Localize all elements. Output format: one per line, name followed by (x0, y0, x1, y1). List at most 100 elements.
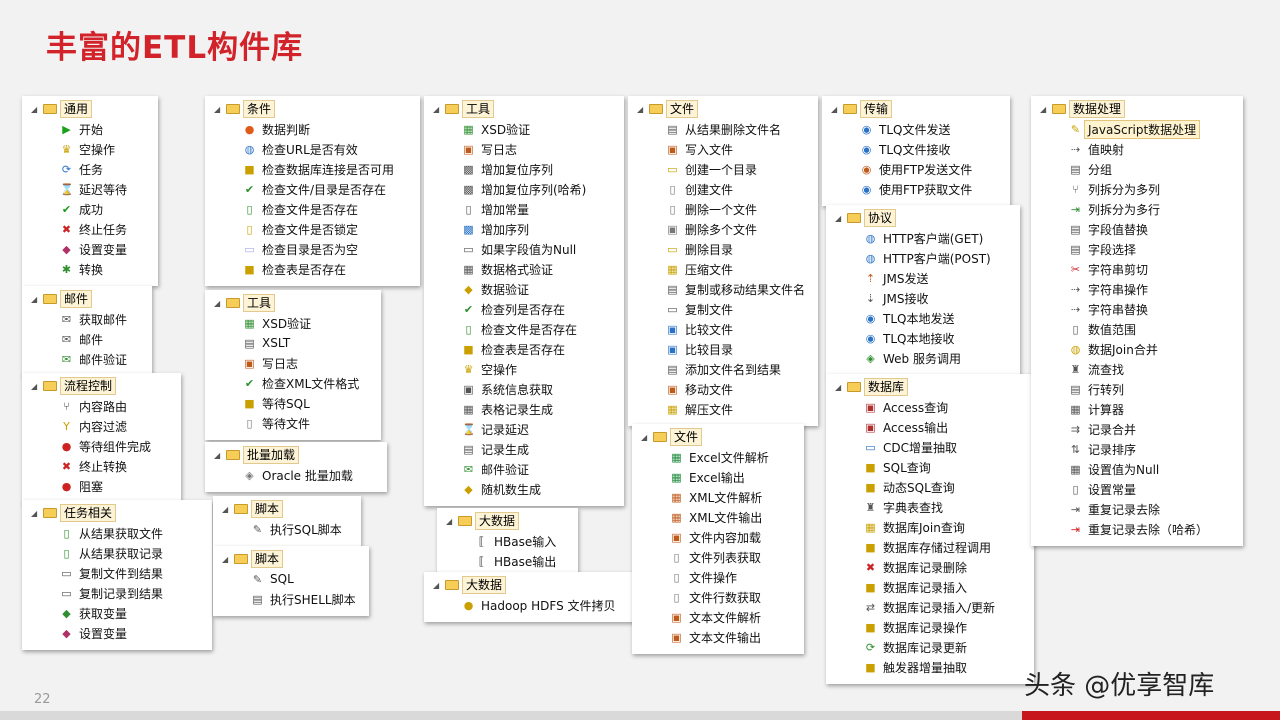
tree-item[interactable]: ▯ 数值范围 (1031, 319, 1243, 339)
tree-category-header[interactable]: ◢ 协议 (826, 208, 1020, 228)
tree-item[interactable]: ■ 数据库记录插入 (826, 577, 1034, 597)
tree-item[interactable]: ▭ 复制记录到结果 (22, 583, 212, 603)
tree-item[interactable]: ▤ XSLT (205, 333, 381, 353)
tree-item[interactable]: ▦ 表格记录生成 (424, 399, 624, 419)
tree-item[interactable]: ▭ 检查目录是否为空 (205, 239, 420, 259)
tree-item[interactable]: ▦ 压缩文件 (628, 259, 818, 279)
tree-item[interactable]: ⟦ HBase输出 (437, 551, 578, 571)
tree-item[interactable]: ▭ 删除目录 (628, 239, 818, 259)
tree-item[interactable]: ◉ TLQ本地接收 (826, 328, 1020, 348)
tree-item[interactable]: ▦ 解压文件 (628, 399, 818, 419)
tree-item[interactable]: ◈ Oracle 批量加载 (205, 465, 387, 485)
tree-item[interactable]: ▦ 计算器 (1031, 399, 1243, 419)
tree-item[interactable]: ■ 检查表是否存在 (424, 339, 624, 359)
tree-item[interactable]: ♛ 空操作 (22, 139, 158, 159)
tree-item[interactable]: ✎ 执行SQL脚本 (213, 519, 361, 539)
expand-triangle-icon[interactable]: ◢ (637, 105, 647, 114)
tree-item[interactable]: ▣ 删除多个文件 (628, 219, 818, 239)
tree-item[interactable]: ⇡ JMS发送 (826, 268, 1020, 288)
tree-category-header[interactable]: ◢ 大数据 (437, 511, 578, 531)
tree-item[interactable]: ▭ CDC增量抽取 (826, 437, 1034, 457)
expand-triangle-icon[interactable]: ◢ (433, 581, 443, 590)
tree-item[interactable]: ▤ 记录生成 (424, 439, 624, 459)
tree-item[interactable]: ✔ 成功 (22, 199, 158, 219)
tree-category-header[interactable]: ◢ 批量加载 (205, 445, 387, 465)
tree-item[interactable]: ⇢ 字符串替换 (1031, 299, 1243, 319)
expand-triangle-icon[interactable]: ◢ (214, 451, 224, 460)
tree-item[interactable]: ● 阻塞 (22, 476, 181, 496)
tree-item[interactable]: ▯ 检查文件是否存在 (424, 319, 624, 339)
tree-item[interactable]: ▣ 文本文件解析 (632, 607, 804, 627)
tree-item[interactable]: ◍ HTTP客户端(POST) (826, 248, 1020, 268)
tree-item[interactable]: ■ 触发器增量抽取 (826, 657, 1034, 677)
tree-item[interactable]: ▭ 如果字段值为Null (424, 239, 624, 259)
tree-item[interactable]: ■ 检查表是否存在 (205, 259, 420, 279)
expand-triangle-icon[interactable]: ◢ (214, 105, 224, 114)
tree-item[interactable]: ▤ 执行SHELL脚本 (213, 589, 369, 609)
expand-triangle-icon[interactable]: ◢ (433, 105, 443, 114)
tree-item[interactable]: ⇥ 重复记录去除（哈希） (1031, 519, 1243, 539)
tree-item[interactable]: ⌛ 记录延迟 (424, 419, 624, 439)
tree-item[interactable]: ⇣ JMS接收 (826, 288, 1020, 308)
tree-category-header[interactable]: ◢ 脚本 (213, 549, 369, 569)
tree-item[interactable]: ▯ 文件行数获取 (632, 587, 804, 607)
tree-item[interactable]: ▩ 增加复位序列(哈希) (424, 179, 624, 199)
tree-category-header[interactable]: ◢ 大数据 (424, 575, 634, 595)
tree-item[interactable]: ▭ 创建一个目录 (628, 159, 818, 179)
tree-item[interactable]: ■ 等待SQL (205, 393, 381, 413)
tree-item[interactable]: ▭ 复制文件 (628, 299, 818, 319)
tree-category-header[interactable]: ◢ 条件 (205, 99, 420, 119)
tree-item[interactable]: ▤ 分组 (1031, 159, 1243, 179)
tree-item[interactable]: ▦ Excel文件解析 (632, 447, 804, 467)
tree-item[interactable]: ✔ 检查文件/目录是否存在 (205, 179, 420, 199)
tree-item[interactable]: ▯ 等待文件 (205, 413, 381, 433)
tree-item[interactable]: ◆ 获取变量 (22, 603, 212, 623)
expand-triangle-icon[interactable]: ◢ (835, 214, 845, 223)
tree-item[interactable]: ◆ 数据验证 (424, 279, 624, 299)
tree-category-header[interactable]: ◢ 数据库 (826, 377, 1034, 397)
tree-item[interactable]: ✉ 邮件验证 (424, 459, 624, 479)
tree-item[interactable]: ◉ TLQ本地发送 (826, 308, 1020, 328)
tree-category-header[interactable]: ◢ 脚本 (213, 499, 361, 519)
tree-item[interactable]: ▤ 行转列 (1031, 379, 1243, 399)
tree-item[interactable]: ✖ 数据库记录删除 (826, 557, 1034, 577)
tree-item[interactable]: ▣ 文本文件输出 (632, 627, 804, 647)
tree-item[interactable]: ◉ 使用FTP获取文件 (822, 179, 1010, 199)
tree-item[interactable]: ⟦ HBase输入 (437, 531, 578, 551)
tree-item[interactable]: ▣ 比较文件 (628, 319, 818, 339)
tree-category-header[interactable]: ◢ 文件 (632, 427, 804, 447)
tree-item[interactable]: ⌛ 延迟等待 (22, 179, 158, 199)
tree-item[interactable]: ✱ 转换 (22, 259, 158, 279)
tree-category-header[interactable]: ◢ 传输 (822, 99, 1010, 119)
tree-item[interactable]: ▤ 从结果删除文件名 (628, 119, 818, 139)
tree-item[interactable]: ▣ 比较目录 (628, 339, 818, 359)
tree-item[interactable]: ◆ 设置变量 (22, 623, 212, 643)
tree-item[interactable]: ◍ 数据Join合并 (1031, 339, 1243, 359)
tree-item[interactable]: ▦ XSD验证 (424, 119, 624, 139)
tree-item[interactable]: ■ 动态SQL查询 (826, 477, 1034, 497)
tree-category-header[interactable]: ◢ 邮件 (22, 289, 152, 309)
tree-item[interactable]: ✖ 终止任务 (22, 219, 158, 239)
tree-item[interactable]: ◆ 随机数生成 (424, 479, 624, 499)
tree-item[interactable]: ▦ XML文件输出 (632, 507, 804, 527)
tree-item[interactable]: ▦ XSD验证 (205, 313, 381, 333)
tree-item[interactable]: ◉ TLQ文件发送 (822, 119, 1010, 139)
tree-item[interactable]: ▯ 检查文件是否存在 (205, 199, 420, 219)
expand-triangle-icon[interactable]: ◢ (1040, 105, 1050, 114)
tree-item[interactable]: ▣ 文件内容加载 (632, 527, 804, 547)
tree-item[interactable]: ◍ 检查URL是否有效 (205, 139, 420, 159)
tree-item[interactable]: ▯ 创建文件 (628, 179, 818, 199)
tree-item[interactable]: ♛ 空操作 (424, 359, 624, 379)
tree-item[interactable]: ♜ 流查找 (1031, 359, 1243, 379)
expand-triangle-icon[interactable]: ◢ (214, 299, 224, 308)
tree-item[interactable]: ⟳ 任务 (22, 159, 158, 179)
tree-item[interactable]: ▶ 开始 (22, 119, 158, 139)
tree-item[interactable]: ◆ 设置变量 (22, 239, 158, 259)
expand-triangle-icon[interactable]: ◢ (446, 517, 456, 526)
tree-item[interactable]: ▭ 复制文件到结果 (22, 563, 212, 583)
tree-item[interactable]: ▯ 增加常量 (424, 199, 624, 219)
tree-category-header[interactable]: ◢ 工具 (205, 293, 381, 313)
tree-item[interactable]: Y 内容过滤 (22, 416, 181, 436)
tree-category-header[interactable]: ◢ 工具 (424, 99, 624, 119)
tree-item[interactable]: ▩ 增加复位序列 (424, 159, 624, 179)
